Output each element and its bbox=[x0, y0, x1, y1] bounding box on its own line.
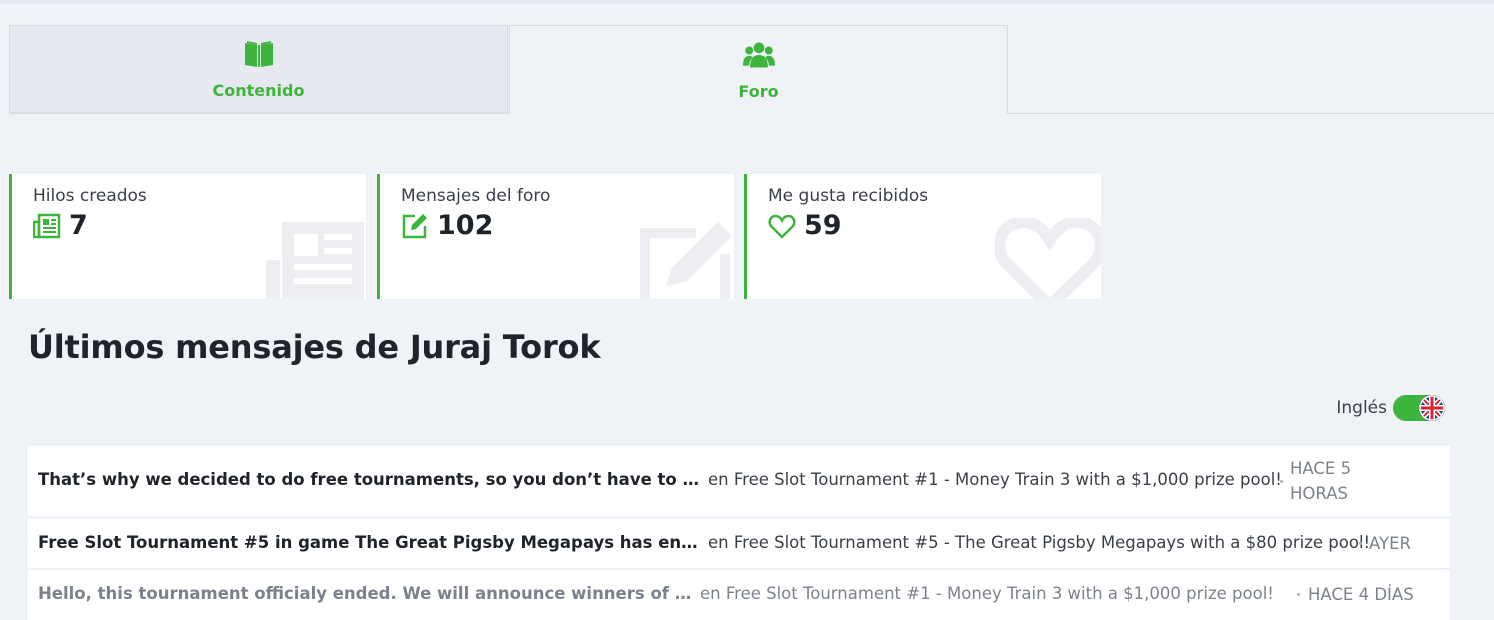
stat-title: Mensajes del foro bbox=[401, 186, 551, 206]
tab-contenido[interactable]: Contenido bbox=[9, 25, 508, 113]
heart-icon bbox=[768, 214, 796, 239]
newspaper-icon bbox=[266, 222, 364, 299]
language-toggle[interactable] bbox=[1393, 395, 1445, 421]
stat-title: Me gusta recibidos bbox=[768, 186, 929, 206]
post-time-line: HACE 5 bbox=[1290, 459, 1352, 478]
post-time: HACE 4 DÍAS bbox=[1308, 585, 1414, 604]
post-thread-link[interactable]: en Free Slot Tournament #5 - The Great P… bbox=[708, 533, 1370, 552]
post-thread-link[interactable]: en Free Slot Tournament #1 - Money Train… bbox=[708, 470, 1282, 489]
tab-label: Foro bbox=[738, 81, 779, 101]
list-item[interactable]: Hello, this tournament officialy ended. … bbox=[28, 570, 1450, 620]
post-time: HACE 5 HORAS bbox=[1290, 456, 1351, 506]
post-time: AYER bbox=[1369, 534, 1411, 553]
separator-dot bbox=[1297, 593, 1300, 596]
separator-dot bbox=[1280, 480, 1283, 483]
uk-flag-icon bbox=[1419, 395, 1445, 421]
language-label: Inglés bbox=[1336, 398, 1387, 418]
language-filter: Inglés bbox=[1336, 395, 1445, 421]
stat-card-messages: Mensajes del foro 102 bbox=[377, 174, 734, 299]
page-title: Últimos mensajes de Juraj Torok bbox=[28, 328, 601, 366]
edit-icon bbox=[640, 222, 732, 299]
stat-card-threads: Hilos creados 7 bbox=[9, 174, 366, 299]
stat-value: 7 bbox=[69, 210, 88, 241]
edit-icon bbox=[402, 213, 427, 238]
post-excerpt[interactable]: That’s why we decided to do free tournam… bbox=[38, 470, 708, 489]
tab-label: Contenido bbox=[212, 80, 305, 100]
post-excerpt[interactable]: Free Slot Tournament #5 in game The Grea… bbox=[38, 533, 708, 552]
post-excerpt[interactable]: Hello, this tournament officialy ended. … bbox=[38, 584, 696, 603]
heart-icon bbox=[995, 218, 1101, 299]
tab-foro[interactable]: Foro bbox=[509, 25, 1008, 114]
separator-dot bbox=[1359, 542, 1362, 545]
book-icon bbox=[244, 40, 273, 67]
stat-value: 102 bbox=[437, 210, 494, 241]
stat-card-likes: Me gusta recibidos 59 bbox=[744, 174, 1101, 299]
stat-value: 59 bbox=[804, 210, 842, 241]
list-item[interactable]: That’s why we decided to do free tournam… bbox=[28, 446, 1450, 516]
post-thread-link[interactable]: en Free Slot Tournament #1 - Money Train… bbox=[700, 584, 1274, 603]
profile-tabs: Contenido Foro bbox=[9, 25, 1494, 114]
top-bar bbox=[0, 0, 1494, 4]
users-icon bbox=[742, 42, 775, 67]
newspaper-icon bbox=[33, 213, 61, 238]
post-time-line: HORAS bbox=[1290, 484, 1348, 503]
stat-title: Hilos creados bbox=[33, 186, 147, 206]
list-item[interactable]: Free Slot Tournament #5 in game The Grea… bbox=[28, 519, 1450, 568]
